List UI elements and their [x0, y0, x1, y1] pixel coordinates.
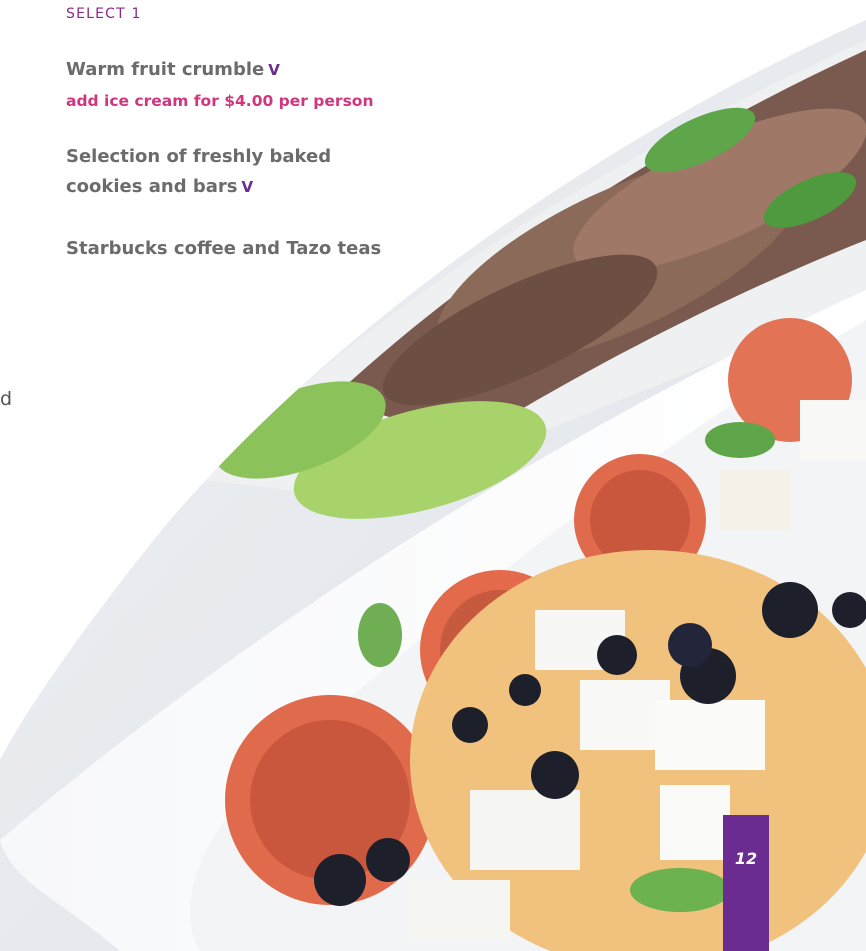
menu-item-cookies: Selection of freshly baked cookies and b…: [66, 142, 331, 202]
menu-item-name-line2: cookies and bars: [66, 176, 238, 197]
page-number-tab: 12: [723, 815, 769, 951]
cropped-text-fragment: d: [0, 388, 13, 410]
page-number: 12: [734, 849, 758, 868]
menu-item-name: Starbucks coffee and Tazo teas: [66, 238, 382, 259]
menu-item-fruit-crumble: Warm fruit crumble V: [66, 55, 280, 85]
menu-item-coffee-tea: Starbucks coffee and Tazo teas: [66, 234, 381, 264]
menu-item-name-line1: Selection of freshly baked: [66, 146, 332, 167]
vegetarian-marker: V: [268, 61, 280, 79]
menu-item-name: Warm fruit crumble: [66, 59, 265, 80]
ice-cream-addon: add ice cream for $4.00 per person: [66, 92, 374, 110]
vegetarian-marker: V: [241, 178, 254, 196]
select-heading: SELECT 1: [66, 6, 142, 22]
